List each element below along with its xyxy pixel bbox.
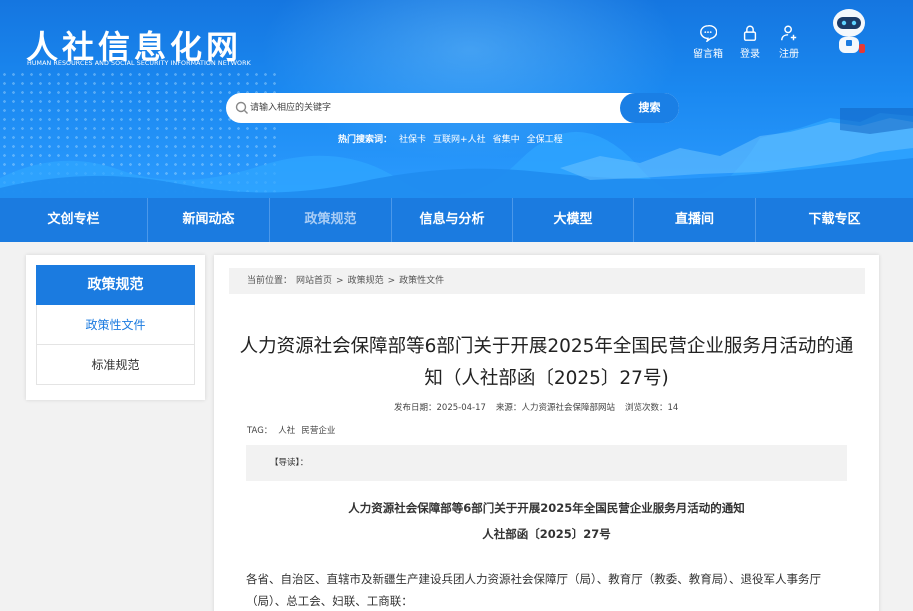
breadcrumb-link-policy[interactable]: 政策规范 [348,268,384,294]
breadcrumb-separator: > [387,276,396,286]
breadcrumb-link-policy-docs[interactable]: 政策性文件 [399,268,444,294]
hot-term-link[interactable]: 全保工程 [527,132,563,145]
sidebar-item-policy-docs[interactable]: 政策性文件 [36,305,195,345]
breadcrumb-separator: > [336,276,344,286]
nav-item-wenchuang[interactable]: 文创专栏 [0,198,148,242]
header-banner: 人社信息化网 HUMAN RESOURCES AND SOCIAL SECURI… [0,0,913,198]
document-title: 人力资源社会保障部等6部门关于开展2025年全国民营企业服务月活动的通知 [348,501,745,515]
login-link[interactable]: 登录 [740,24,760,60]
tag-label: TAG： [247,426,273,436]
article-tags: TAG： 人社 民营企业 [247,424,335,436]
hot-term-link[interactable]: 互联网+人社 [433,132,486,145]
sidebar-item-standards[interactable]: 标准规范 [36,345,195,385]
hot-search-terms: 热门搜索词： 社保卡 互联网+人社 省集中 全保工程 [338,132,563,145]
login-label: 登录 [740,49,760,60]
sidebar: 政策规范 政策性文件 标准规范 [26,255,205,400]
search-button[interactable]: 搜索 [620,93,679,123]
site-logo-subtitle: HUMAN RESOURCES AND SOCIAL SECURITY INFO… [27,60,251,67]
document-body: 各省、自治区、直辖市及新疆生产建设兵团人力资源社会保障厅（局）、教育厅（教委、教… [246,572,821,608]
hot-term-link[interactable]: 社保卡 [399,132,426,145]
register-link[interactable]: 注册 [779,24,799,60]
article-title: 人力资源社会保障部等6部门关于开展2025年全国民营企业服务月活动的通知（人社部… [239,336,854,389]
breadcrumb-label: 当前位置： [247,276,293,286]
chat-bubble-icon [700,25,717,42]
tag-link[interactable]: 人社 [278,424,295,436]
message-box-link[interactable]: 留言箱 [693,24,723,60]
search-icon [235,101,248,114]
nav-item-news[interactable]: 新闻动态 [148,198,270,242]
breadcrumb-link-home[interactable]: 网站首页 [296,268,332,294]
publish-date: 发布日期：2025-04-17 [394,403,486,413]
search-bar: 搜索 [226,93,679,123]
article-source: 来源：人力资源社会保障部网站 [495,403,615,413]
lock-icon [743,25,757,41]
add-user-icon [781,25,797,41]
nav-item-large-model[interactable]: 大模型 [513,198,634,242]
article-panel: 当前位置： 网站首页 > 政策规范 > 政策性文件 人力资源社会保障部等6部门关… [214,255,879,611]
nav-item-downloads[interactable]: 下载专区 [756,198,913,242]
hot-term-link[interactable]: 省集中 [493,132,520,145]
view-count: 浏览次数：14 [624,403,679,413]
register-label: 注册 [779,49,799,60]
article-guide-box: 【导读】： [246,445,847,481]
robot-mascot-icon[interactable] [828,6,870,58]
breadcrumb: 当前位置： 网站首页 > 政策规范 > 政策性文件 [229,268,865,294]
search-input[interactable] [250,99,630,117]
article-meta: 发布日期：2025-04-17 来源：人力资源社会保障部网站 浏览次数：14 [394,401,678,413]
hot-search-label: 热门搜索词： [338,135,393,145]
nav-item-live[interactable]: 直播间 [634,198,756,242]
message-box-label: 留言箱 [693,49,723,60]
document-number: 人社部函〔2025〕27号 [482,527,611,541]
sidebar-heading: 政策规范 [36,265,195,305]
tag-link[interactable]: 民营企业 [301,424,335,436]
main-nav: 文创专栏 新闻动态 政策规范 信息与分析 大模型 直播间 下载专区 [0,198,913,242]
nav-item-policy[interactable]: 政策规范 [270,198,392,242]
nav-item-info-analysis[interactable]: 信息与分析 [392,198,513,242]
